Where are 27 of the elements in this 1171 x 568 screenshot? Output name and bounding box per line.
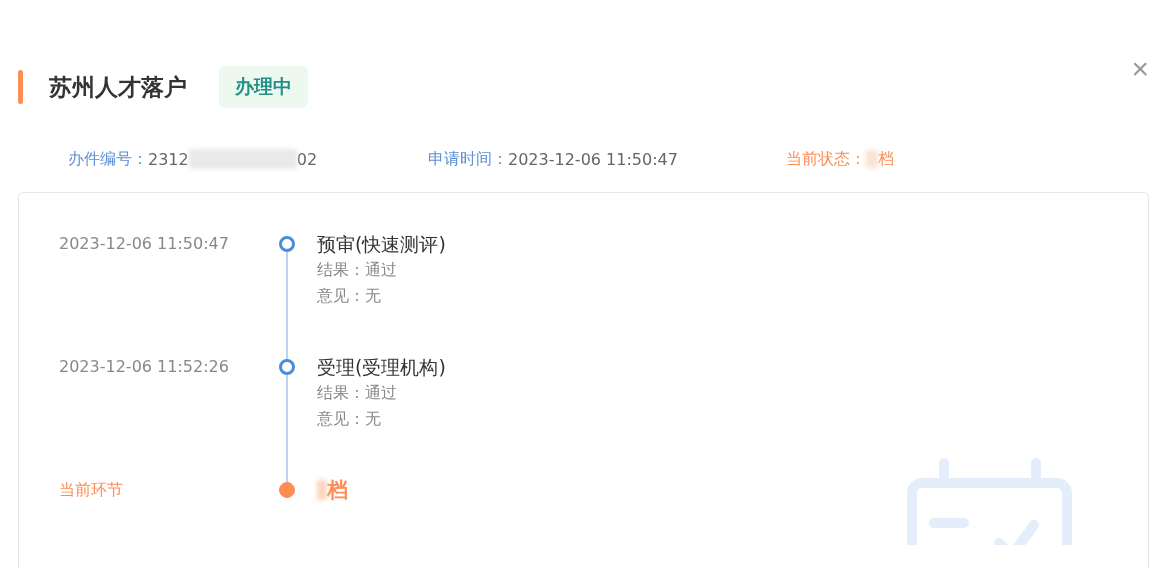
step-detail: 意见：无 bbox=[317, 285, 382, 307]
step-dot bbox=[279, 236, 295, 252]
field-label: 当前状态： bbox=[786, 148, 866, 170]
status-badge: 办理中 bbox=[219, 66, 308, 108]
step-time: 2023-12-06 11:52:26 bbox=[58, 356, 230, 378]
close-button[interactable]: × bbox=[1127, 52, 1153, 86]
step-detail: 意见：无 bbox=[317, 408, 382, 430]
dialog-title: 苏州人才落户 bbox=[49, 72, 187, 102]
field-value: 2023-12-06 11:50:47 bbox=[508, 149, 678, 169]
step-title: 受理(受理机构) bbox=[317, 355, 446, 380]
step-time: 2023-12-06 11:50:47 bbox=[58, 233, 230, 255]
redaction-mark bbox=[317, 480, 327, 500]
field-value: 档 bbox=[878, 148, 894, 170]
field-value: 2312 bbox=[148, 149, 189, 169]
step-dot bbox=[279, 359, 295, 375]
redaction-mark bbox=[866, 150, 878, 168]
field-value: 02 bbox=[296, 149, 318, 169]
step-detail: 结果：通过 bbox=[317, 259, 398, 281]
step-dot bbox=[279, 482, 295, 498]
step-title: 预审(快速测评) bbox=[317, 232, 446, 257]
step-title: 档 bbox=[317, 477, 348, 503]
field-label: 申请时间： bbox=[428, 148, 508, 170]
calendar-icon bbox=[904, 455, 1074, 545]
step-detail: 结果：通过 bbox=[317, 382, 398, 404]
step-time: 当前环节 bbox=[58, 479, 124, 501]
field-label: 办件编号： bbox=[68, 148, 148, 170]
accent-bar bbox=[18, 70, 23, 104]
